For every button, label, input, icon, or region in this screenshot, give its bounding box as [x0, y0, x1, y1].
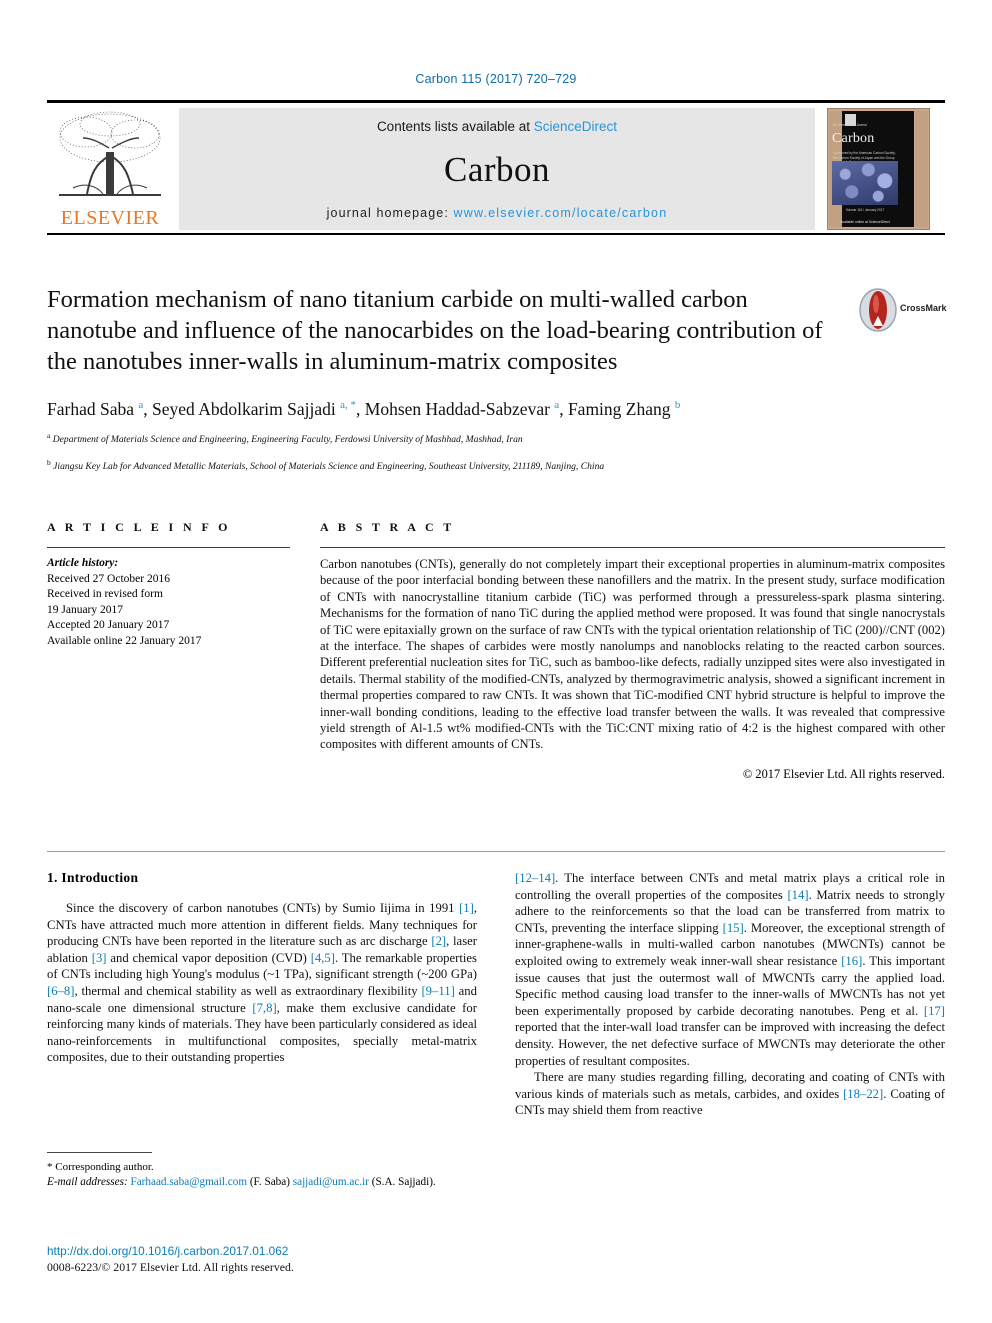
- abstract-copyright: © 2017 Elsevier Ltd. All rights reserved…: [742, 766, 945, 781]
- crossmark-label: CrossMark: [900, 303, 947, 313]
- cover-footer: Available online at ScienceDirect: [833, 220, 897, 225]
- journal-homepage-line: journal homepage: www.elsevier.com/locat…: [179, 206, 815, 220]
- journal-cover-thumbnail: An International Journal Carbon Sponsore…: [827, 108, 930, 230]
- author-list: Farhad Saba a, Seyed Abdolkarim Sajjadi …: [47, 399, 681, 419]
- header-bottom-rule: [47, 233, 945, 235]
- title-block: Formation mechanism of nano titanium car…: [47, 284, 947, 474]
- page-title: Formation mechanism of nano titanium car…: [47, 286, 823, 375]
- elsevier-logo: ELSEVIER: [51, 108, 169, 230]
- journal-title: Carbon: [443, 150, 551, 189]
- cover-micrograph-image: [832, 161, 898, 205]
- introduction-heading: 1. Introduction: [47, 870, 139, 885]
- history-available-online: Available online 22 January 2017: [47, 634, 202, 647]
- article-info-column: A R T I C L E I N F O Article history: R…: [47, 520, 290, 782]
- paper-page: Carbon 115 (2017) 720–729 ELSEVIER Conte…: [0, 0, 992, 1323]
- footnote-rule: [47, 1152, 152, 1153]
- cover-footer-brand: ScienceDirect: [868, 220, 890, 224]
- intro-paragraph-left: Since the discovery of carbon nanotubes …: [47, 901, 477, 1065]
- abstract-rule: [320, 547, 945, 548]
- affiliation-a-mark: a: [47, 431, 51, 440]
- email-addresses-line: E-mail addresses: Farhaad.saba@gmail.com…: [47, 1175, 477, 1190]
- body-columns: 1. Introduction Since the discovery of c…: [47, 870, 945, 1119]
- article-info-rule: [47, 547, 290, 548]
- contents-available-line: Contents lists available at ScienceDirec…: [179, 119, 815, 134]
- crossmark-badge[interactable]: CrossMark: [858, 288, 947, 334]
- email-owner-2: (S.A. Sajjadi).: [371, 1175, 436, 1188]
- email-link-2[interactable]: sajjadi@um.ac.ir: [293, 1176, 369, 1188]
- abstract-column: A B S T R A C T Carbon nanotubes (CNTs),…: [320, 520, 945, 782]
- intro-paragraph-right-2: There are many studies regarding filling…: [515, 1070, 945, 1118]
- elsevier-wordmark: ELSEVIER: [60, 207, 160, 229]
- issn-copyright: 0008-6223/© 2017 Elsevier Ltd. All right…: [47, 1259, 294, 1274]
- abstract-bottom-rule: [47, 851, 945, 852]
- info-abstract-area: A R T I C L E I N F O Article history: R…: [47, 520, 945, 782]
- contents-box: Contents lists available at ScienceDirec…: [179, 108, 815, 230]
- cover-top-line: An International Journal: [833, 123, 867, 127]
- abstract-heading: A B S T R A C T: [320, 520, 455, 534]
- article-history-label: Article history:: [47, 557, 119, 569]
- affiliation-b: b Jiangsu Key Lab for Advanced Metallic …: [47, 456, 945, 474]
- cover-title: Carbon: [832, 131, 875, 146]
- affiliation-a-text: Department of Materials Science and Engi…: [52, 434, 523, 446]
- cover-footer-line: Available online at: [840, 220, 868, 224]
- header-top-rule: [47, 100, 945, 103]
- history-accepted: Accepted 20 January 2017: [47, 619, 170, 631]
- homepage-link[interactable]: www.elsevier.com/locate/carbon: [453, 206, 667, 220]
- history-revised-form: Received in revised form: [47, 588, 163, 600]
- running-head: Carbon 115 (2017) 720–729: [415, 72, 577, 86]
- cover-strip-right: [915, 111, 928, 227]
- affiliation-b-mark: b: [47, 457, 51, 467]
- journal-header-band: ELSEVIER Contents lists available at Sci…: [47, 100, 945, 235]
- cover-volume-line: Volume 115 / January 2017: [845, 208, 885, 212]
- contents-prefix: Contents lists available at: [376, 119, 534, 134]
- affiliation-a: a Department of Materials Science and En…: [47, 429, 945, 447]
- article-info-heading: A R T I C L E I N F O: [47, 520, 231, 534]
- affiliation-b-text: Jiangsu Key Lab for Advanced Metallic Ma…: [53, 460, 605, 472]
- history-revised-date: 19 January 2017: [47, 603, 124, 616]
- body-column-right: [12–14]. The interface between CNTs and …: [515, 870, 945, 1119]
- corresponding-author-note: * Corresponding author.: [47, 1161, 154, 1173]
- doi-link[interactable]: http://dx.doi.org/10.1016/j.carbon.2017.…: [47, 1244, 477, 1260]
- doi-block: http://dx.doi.org/10.1016/j.carbon.2017.…: [47, 1244, 477, 1275]
- intro-paragraph-right-1: [12–14]. The interface between CNTs and …: [515, 871, 945, 1068]
- homepage-prefix: journal homepage:: [326, 206, 454, 220]
- history-received: Received 27 October 2016: [47, 572, 170, 585]
- email-owner-1: (F. Saba): [249, 1175, 290, 1188]
- sciencedirect-link[interactable]: ScienceDirect: [534, 119, 617, 134]
- footnote-block: * Corresponding author. E-mail addresses…: [47, 1152, 477, 1189]
- email-link-1[interactable]: Farhaad.saba@gmail.com: [130, 1176, 247, 1188]
- body-column-left: 1. Introduction Since the discovery of c…: [47, 870, 477, 1119]
- email-label: E-mail addresses:: [47, 1175, 128, 1188]
- abstract-text: Carbon nanotubes (CNTs), generally do no…: [320, 557, 945, 752]
